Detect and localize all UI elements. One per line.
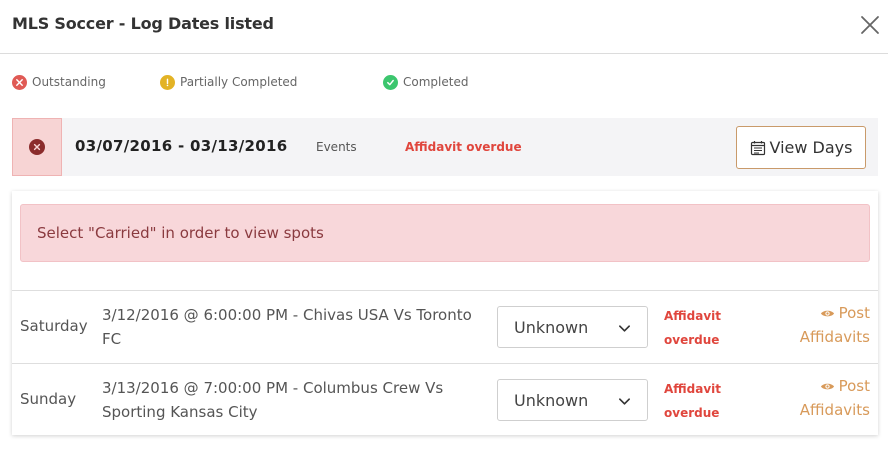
legend-label: Completed [403, 75, 469, 89]
week-events-label: Events [316, 140, 357, 154]
close-button[interactable] [858, 13, 882, 37]
carried-alert: Select "Carried" in order to view spots [20, 204, 870, 262]
calendar-icon [750, 140, 765, 155]
post-affidavits-link[interactable]: Post Affidavits [800, 301, 870, 349]
post-link-line: Post [838, 304, 870, 322]
event-overdue-status: Affidavit overdue [664, 304, 724, 352]
x-circle-icon [12, 74, 27, 90]
legend-completed: Completed [383, 73, 468, 91]
week-overdue-status: Affidavit overdue [405, 140, 522, 154]
overdue-line: Affidavit [664, 309, 722, 323]
legend-label: Outstanding [32, 75, 106, 89]
eye-icon [820, 310, 834, 317]
post-link-line: Post [838, 377, 870, 395]
event-description: 3/12/2016 @ 6:00:00 PM - Chivas USA Vs T… [102, 306, 472, 348]
overdue-line: overdue [664, 333, 720, 347]
check-circle-icon [383, 74, 398, 90]
legend-label: Partially Completed [180, 75, 298, 89]
view-days-label: View Days [769, 138, 853, 157]
view-days-button[interactable]: View Days [736, 126, 866, 169]
overdue-line: overdue [664, 406, 720, 420]
week-row: 03/07/2016 - 03/13/2016 Events Affidavit… [12, 118, 878, 176]
event-row: Sunday 3/13/2016 @ 7:00:00 PM - Columbus… [12, 363, 878, 436]
x-circle-icon [29, 139, 45, 155]
carried-status-select[interactable]: Unknown [497, 306, 648, 348]
event-day: Sunday [20, 390, 77, 408]
week-date-range: 03/07/2016 - 03/13/2016 [75, 137, 288, 155]
post-link-line: Affidavits [799, 328, 870, 346]
modal-header: MLS Soccer - Log Dates listed [0, 0, 888, 54]
week-status-badge [12, 118, 62, 176]
chevron-down-icon [619, 398, 630, 405]
post-affidavits-link[interactable]: Post Affidavits [800, 374, 870, 422]
legend-outstanding: Outstanding [12, 73, 106, 91]
event-row: Saturday 3/12/2016 @ 6:00:00 PM - Chivas… [12, 290, 878, 363]
event-description: 3/13/2016 @ 7:00:00 PM - Columbus Crew V… [102, 379, 444, 421]
event-day: Saturday [20, 317, 88, 335]
overdue-line: Affidavit [664, 382, 722, 396]
week-detail-panel: Select "Carried" in order to view spots … [12, 191, 878, 435]
eye-icon [820, 383, 834, 390]
exclamation-circle-icon [160, 74, 175, 90]
legend-partial: Partially Completed [160, 73, 297, 91]
chevron-down-icon [619, 325, 630, 332]
event-overdue-status: Affidavit overdue [664, 377, 724, 425]
select-value: Unknown [514, 317, 589, 337]
close-icon [861, 16, 879, 34]
carried-status-select[interactable]: Unknown [497, 379, 648, 421]
post-link-line: Affidavits [799, 401, 870, 419]
select-value: Unknown [514, 390, 589, 410]
modal-title: MLS Soccer - Log Dates listed [12, 14, 274, 33]
alert-message: Select "Carried" in order to view spots [37, 224, 324, 242]
